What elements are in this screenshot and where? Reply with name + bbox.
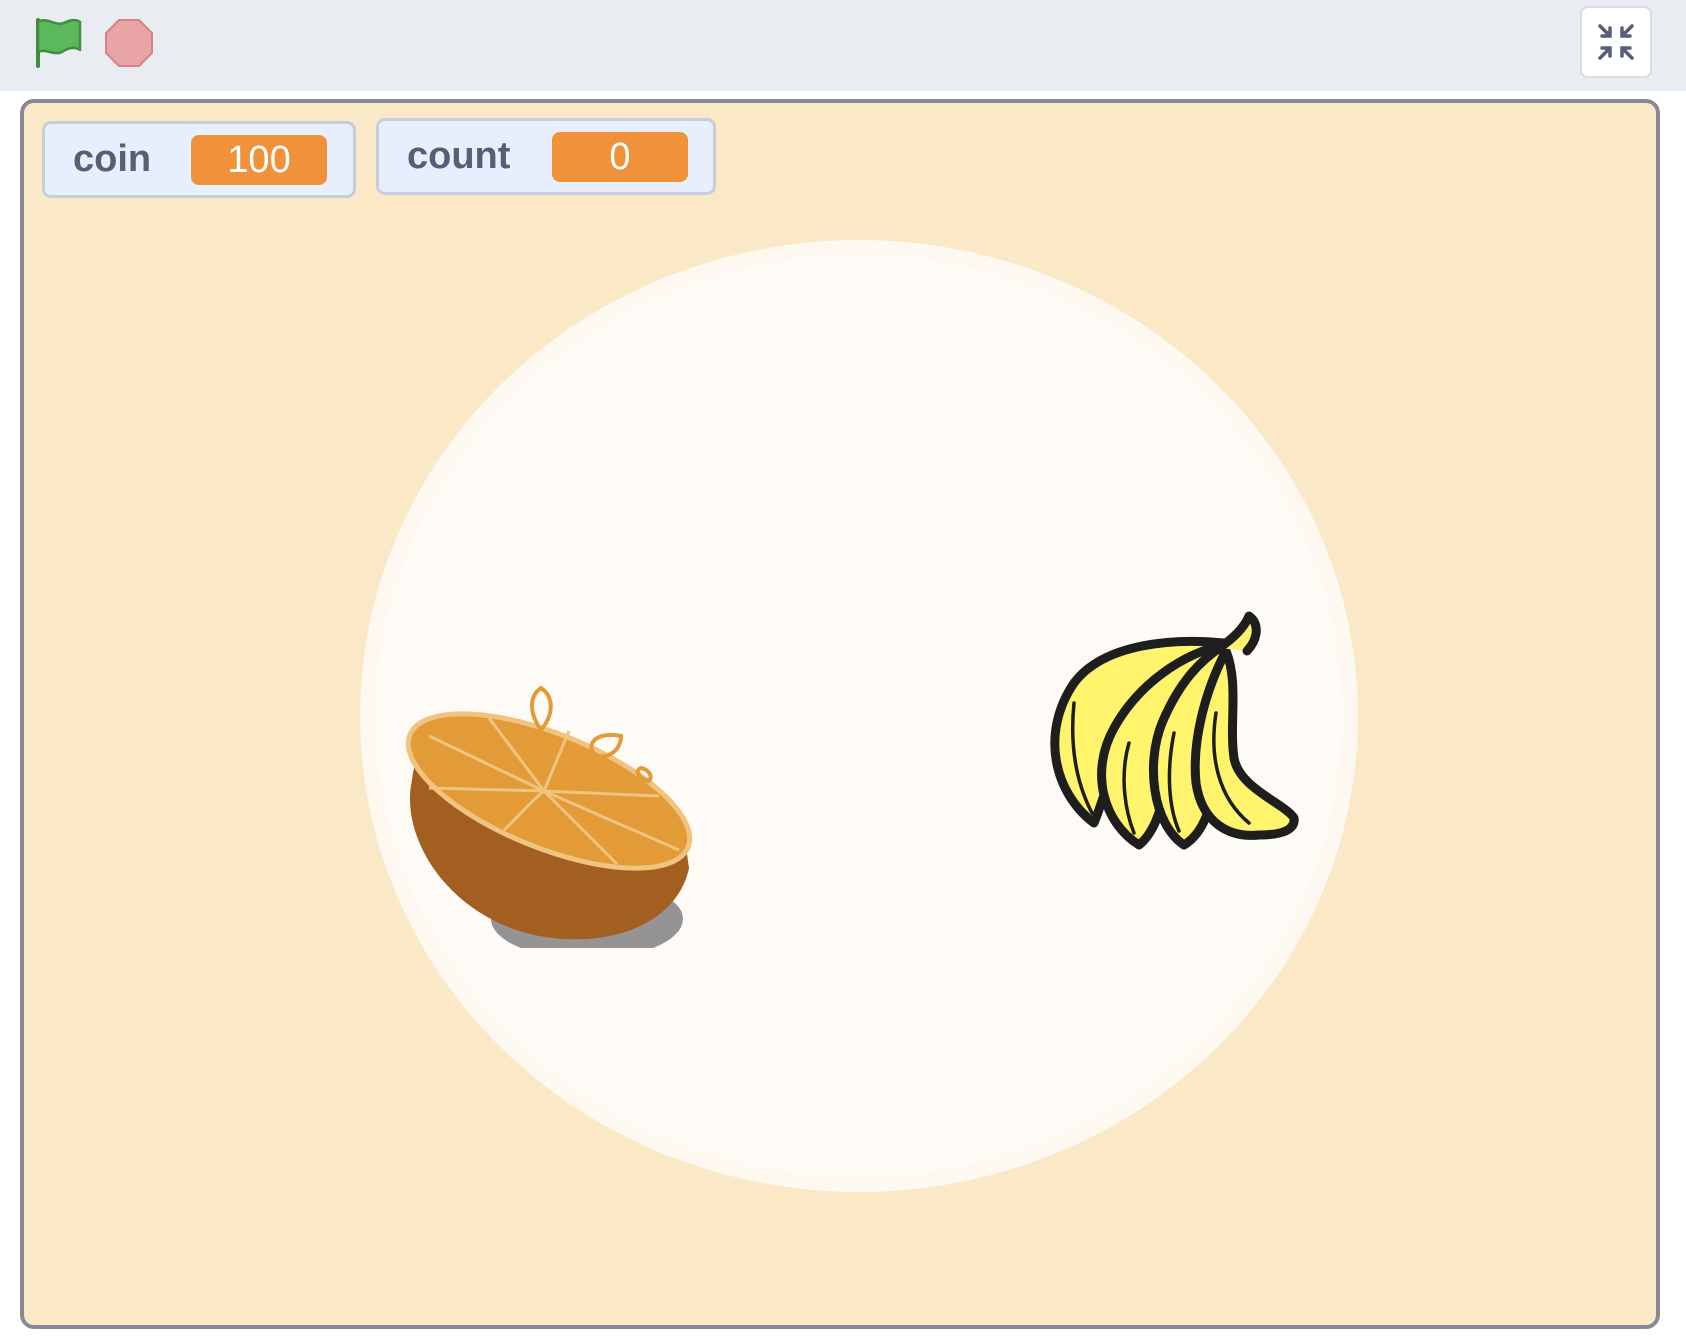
exit-fullscreen-icon xyxy=(1598,24,1634,60)
stop-sign-icon xyxy=(105,19,153,67)
banana-bunch-sprite[interactable] xyxy=(1034,583,1324,853)
variable-monitor-count: count 0 xyxy=(376,118,716,195)
orange-half-sprite[interactable] xyxy=(389,618,719,948)
green-flag-icon xyxy=(36,18,82,68)
monitor-value: 0 xyxy=(552,132,688,182)
stage[interactable]: coin 100 count 0 xyxy=(20,99,1660,1329)
variable-monitor-coin: coin 100 xyxy=(42,121,356,198)
monitor-label: count xyxy=(407,135,511,177)
stage-toolbar xyxy=(0,0,1686,91)
exit-fullscreen-button[interactable] xyxy=(1580,6,1652,78)
stop-button[interactable] xyxy=(104,18,154,68)
green-flag-button[interactable] xyxy=(30,16,90,72)
monitor-value: 100 xyxy=(191,135,327,185)
monitor-label: coin xyxy=(73,138,152,180)
